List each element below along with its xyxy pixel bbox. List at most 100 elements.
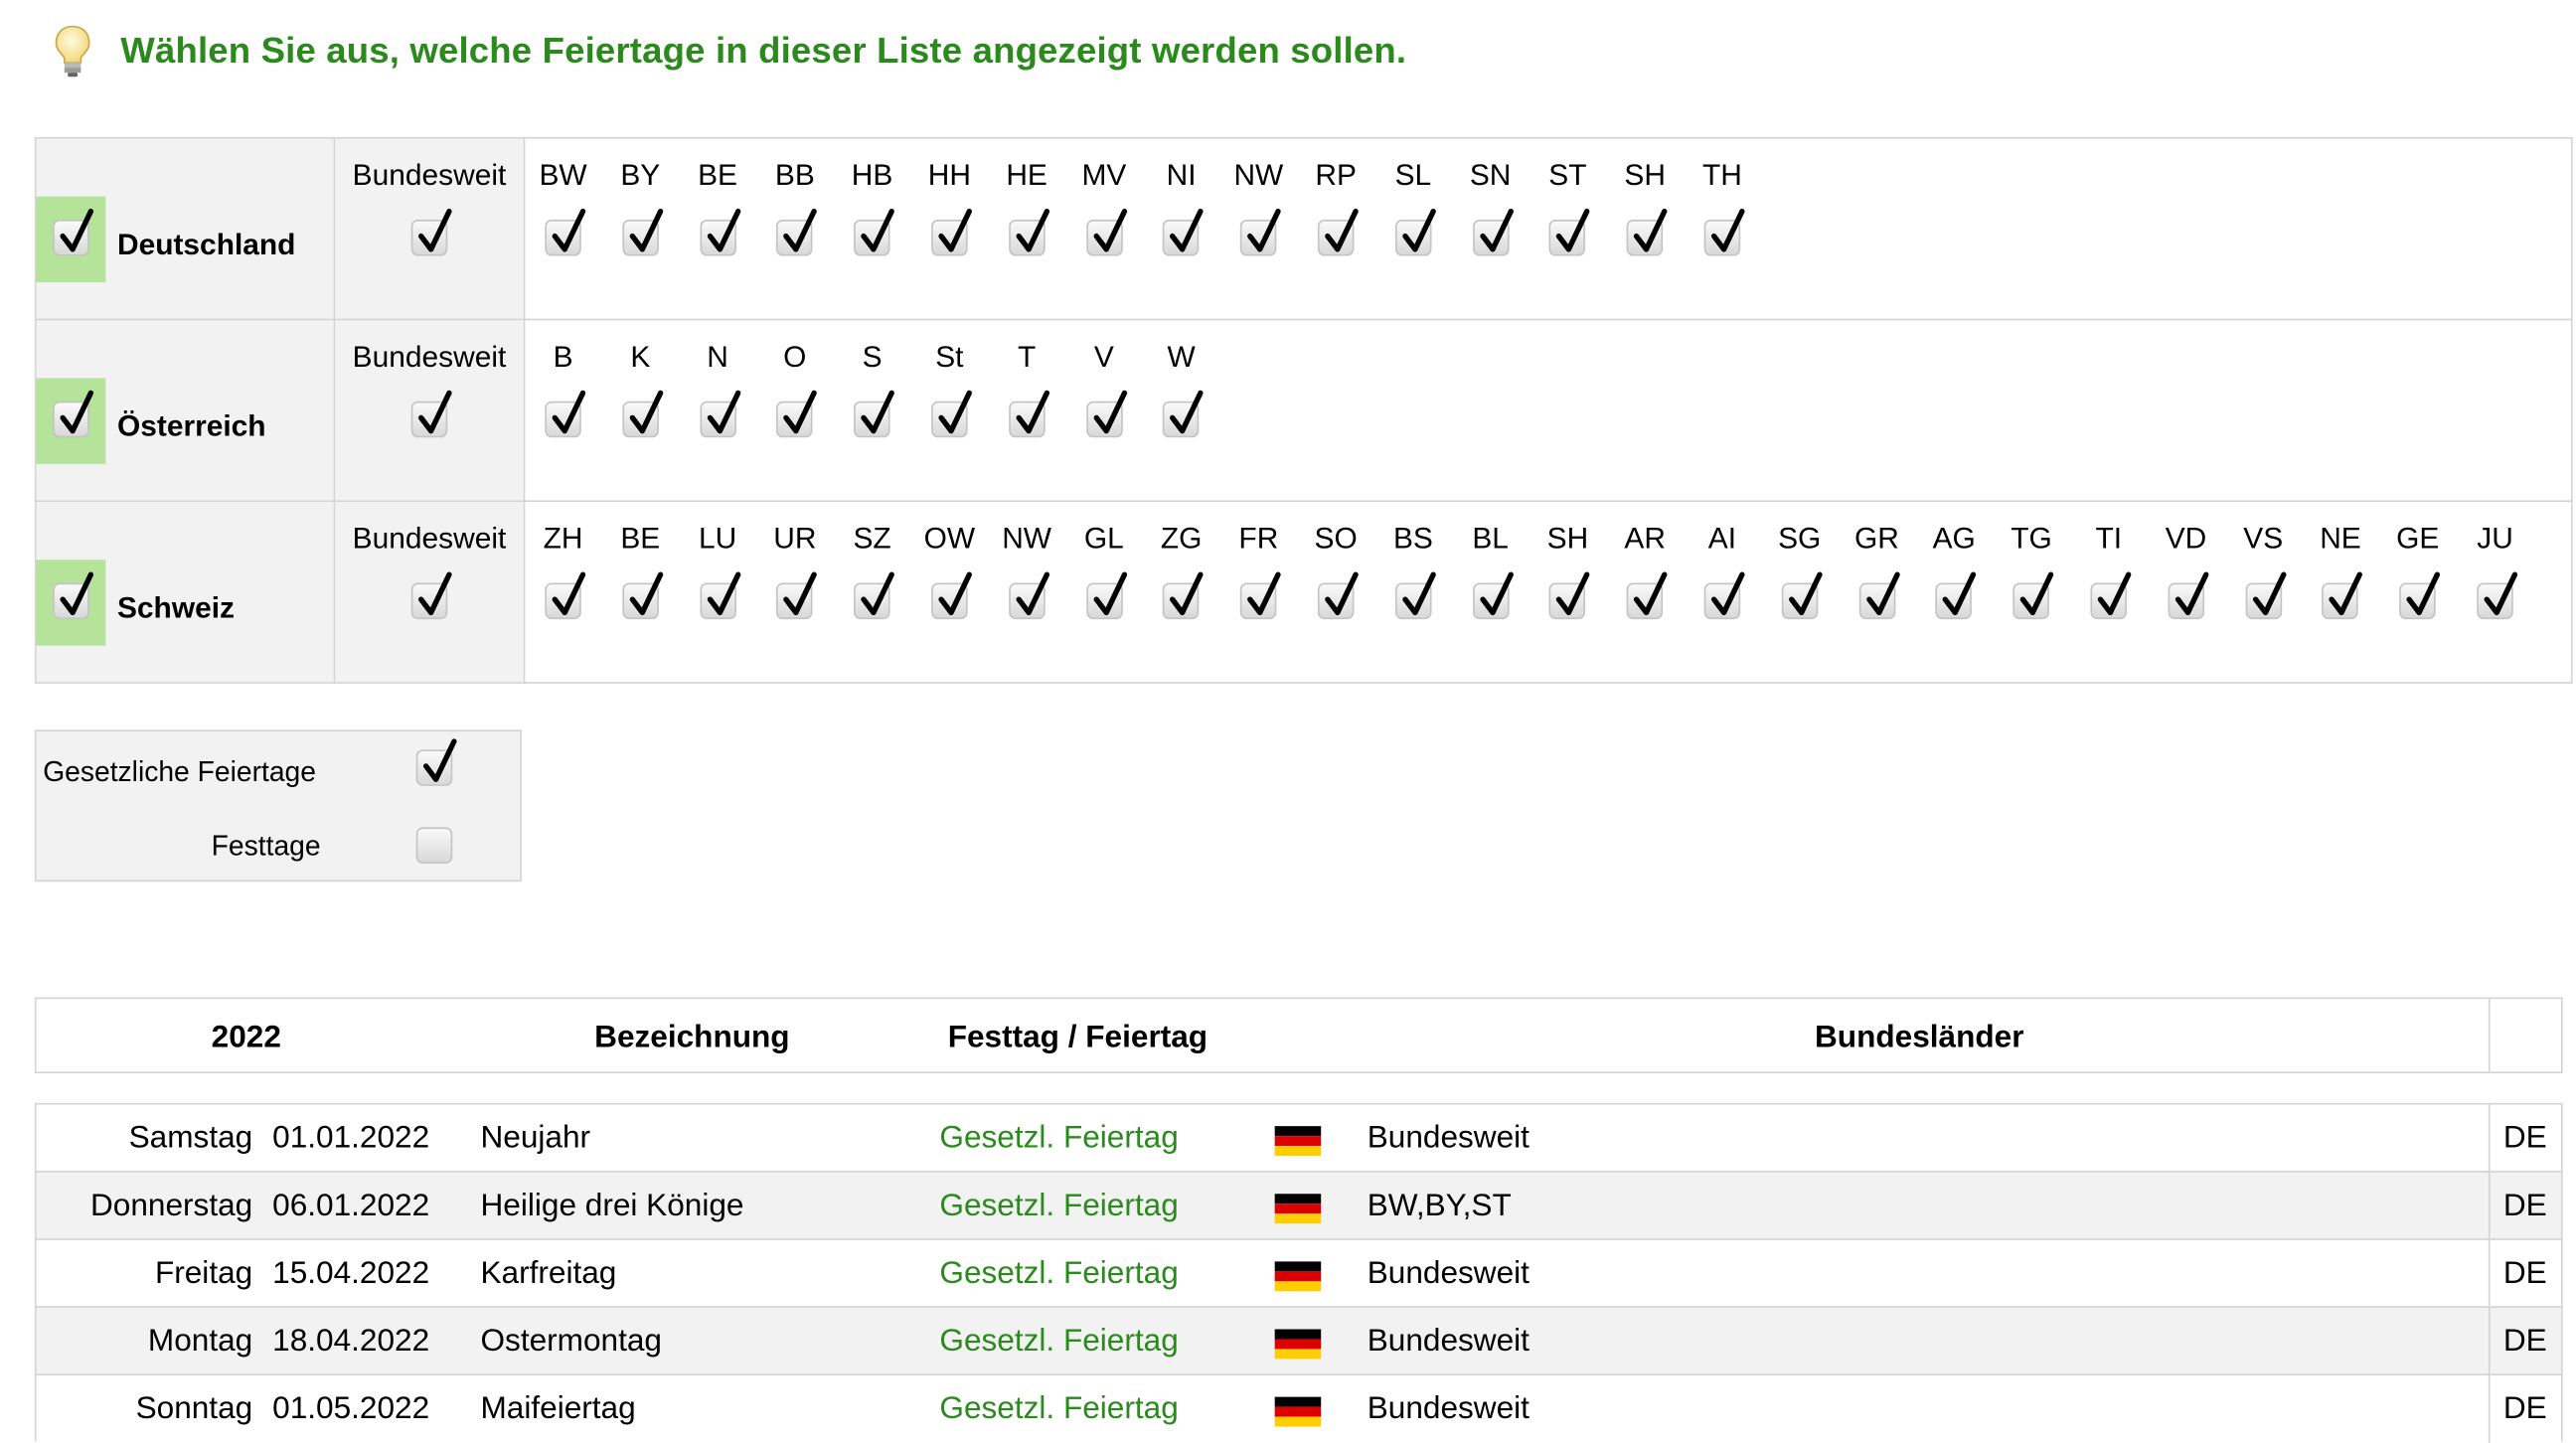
row-divider xyxy=(2488,1172,2491,1240)
region-checkbox[interactable] xyxy=(1008,571,1049,620)
region-checkbox[interactable] xyxy=(1703,209,1745,256)
region-checkbox[interactable] xyxy=(1626,571,1668,620)
region-checkbox[interactable] xyxy=(1549,571,1591,620)
region-label: K xyxy=(630,340,651,374)
region-checkbox[interactable] xyxy=(1317,209,1359,256)
region-label: ZH xyxy=(543,522,583,556)
region-checkbox[interactable] xyxy=(1781,571,1823,620)
region-checkbox[interactable] xyxy=(1472,571,1514,620)
region-checkbox[interactable] xyxy=(931,209,972,256)
holiday-weekday: Samstag xyxy=(128,1121,253,1157)
region-checkbox[interactable] xyxy=(699,209,740,256)
region-checkbox[interactable] xyxy=(1240,209,1281,256)
region-option: GR xyxy=(1839,524,1914,628)
region-checkbox[interactable] xyxy=(854,209,895,256)
region-checkbox[interactable] xyxy=(545,390,586,438)
region-option: K xyxy=(602,342,678,446)
region-checkbox[interactable] xyxy=(1472,209,1514,256)
region-label: ZG xyxy=(1160,522,1203,556)
nationwide-option: Bundesweit xyxy=(352,342,507,446)
region-label: HH xyxy=(927,158,971,192)
region-label: BB xyxy=(774,158,815,192)
region-label: V xyxy=(1093,340,1114,374)
region-checkbox[interactable] xyxy=(1935,571,1977,620)
region-label: S xyxy=(862,340,883,374)
region-checkbox[interactable] xyxy=(1085,209,1127,256)
nationwide-checkbox[interactable] xyxy=(410,209,452,256)
region-checkbox[interactable] xyxy=(545,209,586,256)
holiday-date: 18.04.2022 xyxy=(272,1324,430,1360)
region-checkbox[interactable] xyxy=(776,571,818,620)
nationwide-checkbox[interactable] xyxy=(410,571,452,620)
region-checkbox[interactable] xyxy=(1240,571,1281,620)
country-checkbox[interactable] xyxy=(53,571,94,620)
region-checkbox[interactable] xyxy=(622,571,663,620)
region-checkbox[interactable] xyxy=(1008,209,1049,256)
region-checkbox[interactable] xyxy=(1163,390,1205,438)
region-checkbox[interactable] xyxy=(854,390,895,438)
hint-text: Wählen Sie aus, welche Feiertage in dies… xyxy=(120,29,1407,72)
holiday-weekday: Freitag xyxy=(154,1256,253,1292)
region-option: B xyxy=(525,342,600,446)
country-checkbox-highlight xyxy=(36,378,106,464)
region-checkbox[interactable] xyxy=(1085,571,1127,620)
holiday-row[interactable]: Donnerstag 06.01.2022 Heilige drei Könige G… xyxy=(34,1171,2563,1240)
holiday-name: Karfreitag xyxy=(480,1256,617,1292)
region-checkbox[interactable] xyxy=(1549,209,1591,256)
region-label: St xyxy=(935,340,964,374)
region-checkbox[interactable] xyxy=(1317,571,1359,620)
region-checkbox[interactable] xyxy=(776,390,818,438)
region-option: GE xyxy=(2380,524,2456,628)
region-label: SZ xyxy=(853,522,891,556)
region-checkbox[interactable] xyxy=(622,390,663,438)
holiday-row[interactable]: Samstag 01.01.2022 Neujahr Gesetzl. Feierta… xyxy=(34,1102,2563,1173)
holiday-row[interactable]: Freitag 15.04.2022 Karfreitag Gesetzl. Feie… xyxy=(34,1238,2563,1308)
holiday-row[interactable]: Sonntag 01.05.2022 Maifeiertag Gesetzl. Fei… xyxy=(34,1373,2563,1443)
germany-flag-icon xyxy=(1274,1329,1322,1360)
region-checkbox[interactable] xyxy=(2012,571,2054,620)
region-checkbox[interactable] xyxy=(1703,571,1745,620)
region-checkbox[interactable] xyxy=(622,209,663,256)
holiday-weekday: Donnerstag xyxy=(89,1189,253,1224)
region-option: VS xyxy=(2225,524,2301,628)
festive-days-checkbox[interactable] xyxy=(415,827,453,864)
regions-cell: B K N O S St T V W xyxy=(523,318,2573,503)
region-checkbox[interactable] xyxy=(931,571,972,620)
region-checkbox[interactable] xyxy=(1163,571,1205,620)
legal-holidays-checkbox[interactable] xyxy=(415,738,457,786)
region-checkbox[interactable] xyxy=(699,390,740,438)
region-option: BE xyxy=(680,160,755,264)
region-checkbox[interactable] xyxy=(931,390,972,438)
country-cell: Deutschland xyxy=(34,136,336,321)
country-checkbox[interactable] xyxy=(53,390,94,438)
region-checkbox[interactable] xyxy=(1626,209,1668,256)
region-checkbox[interactable] xyxy=(1085,390,1127,438)
germany-flag-icon xyxy=(1274,1126,1322,1157)
region-checkbox[interactable] xyxy=(2477,571,2518,620)
region-checkbox[interactable] xyxy=(1394,209,1436,256)
holiday-type: Gesetzl. Feiertag xyxy=(939,1121,1179,1157)
region-option: AG xyxy=(1916,524,1992,628)
holiday-row[interactable]: Montag 18.04.2022 Ostermontag Gesetzl. Feie… xyxy=(34,1306,2563,1376)
region-label: N xyxy=(707,340,728,374)
region-checkbox[interactable] xyxy=(854,571,895,620)
row-divider xyxy=(2488,1104,2491,1173)
region-checkbox[interactable] xyxy=(2244,571,2286,620)
region-checkbox[interactable] xyxy=(776,209,818,256)
region-option: MV xyxy=(1066,160,1142,264)
region-checkbox[interactable] xyxy=(2090,571,2132,620)
nationwide-checkbox[interactable] xyxy=(410,390,452,438)
region-checkbox[interactable] xyxy=(699,571,740,620)
holiday-weekday: Sonntag xyxy=(135,1391,253,1427)
region-checkbox[interactable] xyxy=(1008,390,1049,438)
region-checkbox[interactable] xyxy=(545,571,586,620)
country-checkbox[interactable] xyxy=(53,209,94,256)
region-checkbox[interactable] xyxy=(1394,571,1436,620)
region-checkbox[interactable] xyxy=(1858,571,1900,620)
region-checkbox[interactable] xyxy=(2322,571,2363,620)
region-checkbox[interactable] xyxy=(2399,571,2441,620)
region-checkbox[interactable] xyxy=(1163,209,1205,256)
country-row: Schweiz Bundesweit ZH BE LU UR SZ OW NW GL ZG FR SO B… xyxy=(34,500,2573,684)
region-option: W xyxy=(1143,342,1218,446)
region-checkbox[interactable] xyxy=(2168,571,2209,620)
